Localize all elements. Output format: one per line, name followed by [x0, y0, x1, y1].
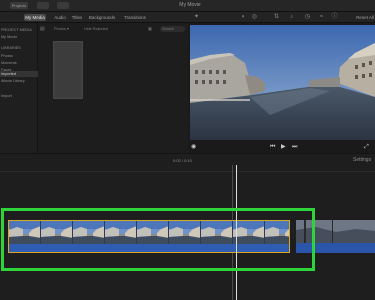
- clip-frame: [73, 221, 105, 244]
- projects-button[interactable]: Projects: [10, 2, 28, 9]
- timeline-video-clip-2[interactable]: [296, 220, 375, 253]
- imovie-window: Projects My Movie My Media Audio Titles …: [0, 0, 375, 300]
- title-bar: Projects My Movie: [0, 0, 375, 12]
- sidebar-section-libraries: LIBRARIES: [1, 46, 21, 50]
- tab-backgrounds[interactable]: Backgrounds: [88, 14, 116, 21]
- tab-my-media[interactable]: My Media: [24, 14, 46, 21]
- media-browser: ▤ Photos ▾ Hide Rejected ▦ Search: [38, 23, 188, 153]
- skip-forward-button[interactable]: ⏭: [292, 143, 297, 151]
- clip-2-frames: [296, 220, 375, 243]
- libraries-sidebar: PROJECT MEDIA My Movie LIBRARIES Photos …: [0, 23, 38, 153]
- sidebar-item-imovie-library[interactable]: iMovie Library: [0, 78, 38, 84]
- fullscreen-icon[interactable]: ⤢: [364, 143, 369, 151]
- sidebar-item-my-movie[interactable]: My Movie: [0, 34, 38, 40]
- search-input[interactable]: Search: [160, 26, 185, 32]
- clip-frame: [169, 221, 201, 244]
- preview-viewer: ◉ ⏮ ▶ ⏭ ⤢: [188, 23, 375, 153]
- sidebar-item-imported[interactable]: Imported: [0, 71, 38, 77]
- media-import-button[interactable]: [37, 2, 49, 9]
- sidebar-item-photos[interactable]: Photos: [0, 53, 38, 59]
- reset-all-button[interactable]: Reset All: [355, 14, 375, 21]
- tab-audio[interactable]: Audio: [52, 14, 68, 21]
- sidebar-item-moments[interactable]: Moments: [0, 60, 38, 66]
- timeline-settings-button[interactable]: Settings: [353, 157, 371, 163]
- speed-icon[interactable]: ◷: [304, 14, 311, 21]
- wand-icon[interactable]: ✦: [193, 14, 200, 21]
- window-title: My Movie: [179, 2, 201, 8]
- media-clip-thumbnail[interactable]: [53, 41, 83, 99]
- clip-frame: [105, 221, 137, 244]
- clip-frame: [137, 221, 169, 244]
- sidebar-section-project-media: PROJECT MEDIA: [1, 28, 32, 32]
- media-tab-bar: My Media Audio Titles Backgrounds Transi…: [0, 12, 375, 23]
- timeline-video-clip[interactable]: [8, 220, 290, 253]
- sidebar-item-blank: [0, 85, 38, 91]
- clip-frame: [9, 221, 41, 244]
- hide-rejected-toggle[interactable]: Hide Rejected: [84, 26, 108, 32]
- sidebar-item-import[interactable]: Import: [0, 93, 38, 99]
- grid-icon[interactable]: ▦: [148, 26, 152, 32]
- share-button[interactable]: [57, 2, 69, 9]
- clip-frame: [41, 221, 73, 244]
- info-icon[interactable]: ⓘ: [331, 14, 338, 21]
- noise-icon[interactable]: ≈: [318, 14, 325, 21]
- sidebar-toggle-icon[interactable]: ▤: [40, 26, 45, 32]
- preview-image: [190, 25, 375, 140]
- tab-transitions[interactable]: Transitions: [122, 14, 148, 21]
- crop-icon[interactable]: ◎: [251, 14, 258, 21]
- clip-2-audio-waveform: [296, 243, 375, 253]
- photos-filter-dropdown[interactable]: Photos ▾: [54, 26, 69, 32]
- play-button[interactable]: ▶: [281, 143, 286, 151]
- clip-frame: [233, 221, 265, 244]
- timecode-label: 0:02 / 0:10: [173, 158, 192, 163]
- clip-audio-waveform: [9, 244, 289, 252]
- volume-icon[interactable]: ♪: [288, 14, 295, 21]
- clip-frame: [265, 221, 289, 244]
- microphone-icon[interactable]: ◉: [191, 143, 196, 151]
- palette-icon[interactable]: ◐: [240, 14, 247, 21]
- stabilize-icon[interactable]: ⇅: [273, 14, 280, 21]
- playhead[interactable]: [236, 165, 237, 300]
- tab-titles[interactable]: Titles: [69, 14, 85, 21]
- skip-back-button[interactable]: ⏮: [270, 143, 275, 151]
- clip-frame: [201, 221, 233, 244]
- timeline-ruler[interactable]: [0, 166, 375, 172]
